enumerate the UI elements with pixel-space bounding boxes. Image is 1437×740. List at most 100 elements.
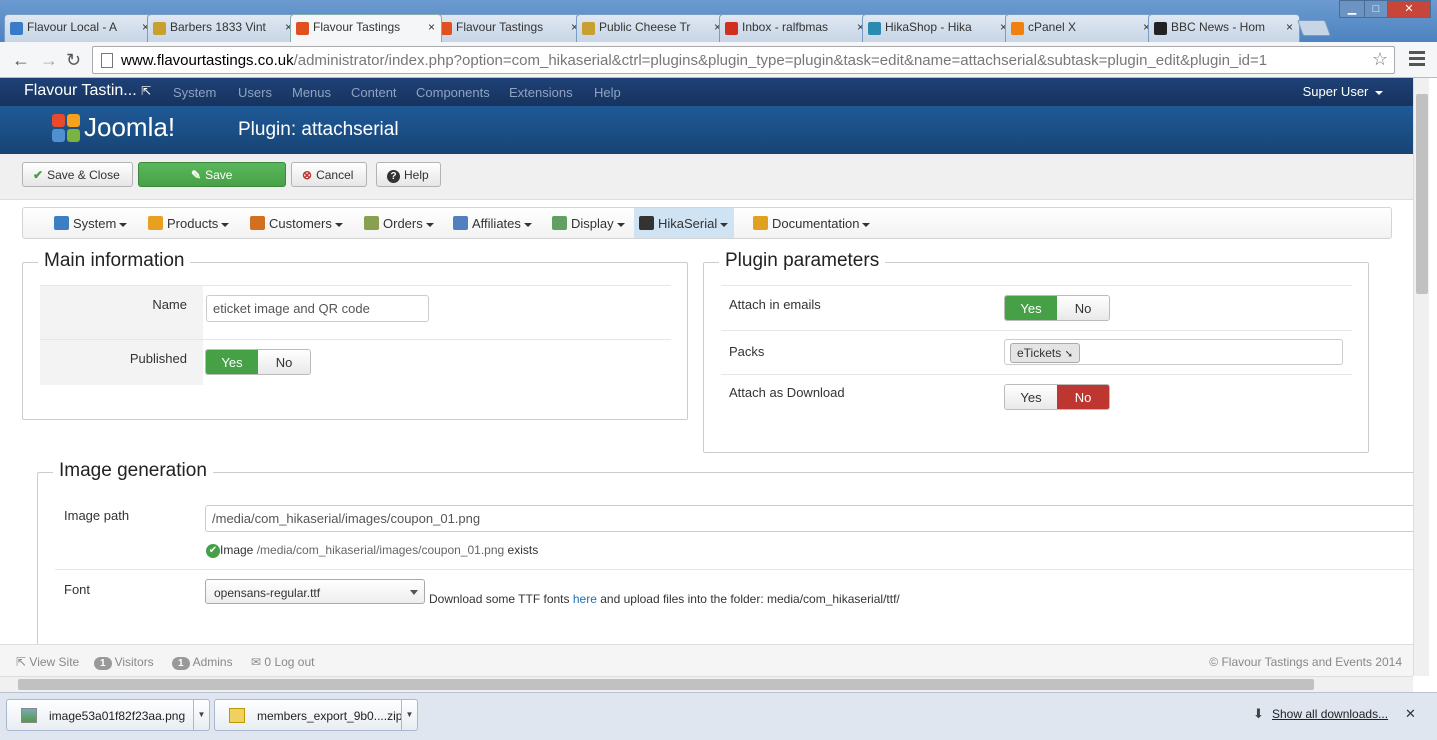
browser-tab[interactable]: Public Cheese Tr × [576,14,728,42]
close-tab-icon[interactable]: × [1286,20,1293,34]
fonts-download-link[interactable]: here [573,592,597,606]
chevron-down-icon [410,590,418,595]
nav-help[interactable]: Help [594,85,621,100]
nav-menus[interactable]: Menus [292,85,331,100]
browser-tab[interactable]: Inbox - ralfbmas × [719,14,871,42]
mail-icon: ✉ [251,655,262,669]
download-menu-arrow-icon[interactable]: ▼ [401,700,417,730]
hikamenu-item-label: System [73,216,117,231]
hikamenu-item-label: Orders [383,216,423,231]
hikamenu-item-system[interactable]: System [49,208,133,238]
browser-tab[interactable]: cPanel X × [1005,14,1157,42]
published-yes-button[interactable]: Yes [206,350,258,374]
attach-emails-yes-button[interactable]: Yes [1005,296,1057,320]
box-icon [148,216,163,230]
joomla-logo: Joomla! [52,112,175,144]
browser-tab-label: Flavour Local - A [27,20,118,34]
nav-system[interactable]: System [173,85,216,100]
site-name-link[interactable]: Flavour Tastin... ⇱ [24,82,151,100]
name-row: Name eticket image and QR code [40,285,671,339]
view-site-link[interactable]: ⇱ View Site [16,655,79,669]
attach-emails-no-button[interactable]: No [1057,296,1109,320]
attach-download-label: Attach as Download [729,385,845,400]
attach-download-yes-button[interactable]: Yes [1005,385,1057,409]
download-item-zip[interactable]: members_export_9b0....zip ▼ [214,699,418,731]
browser-tab[interactable]: Flavour Local - A × [4,14,156,42]
chevron-down-icon [425,222,434,227]
browser-tab-label: Flavour Tastings [456,20,544,34]
forward-button[interactable]: → [40,50,58,71]
nav-content[interactable]: Content [351,85,397,100]
new-tab-button[interactable] [1297,20,1331,36]
attach-emails-row: Attach in emails Yes No [721,285,1352,330]
image-file-icon [21,708,37,723]
nav-extensions[interactable]: Extensions [509,85,573,100]
zip-file-icon [229,708,245,723]
download-item-image[interactable]: image53a01f82f23aa.png ▼ [6,699,210,731]
maximize-window-button[interactable]: □ [1364,0,1388,18]
packs-select[interactable]: eTickets ➘ [1004,339,1343,365]
browser-tab-strip: Flavour Local - A × Barbers 1833 Vint × Flav… [0,0,1437,42]
published-toggle: Yes No [205,349,311,375]
joomla-header: Joomla! Plugin: attachserial [0,106,1413,154]
browser-tab[interactable]: Flavour Tastings × [433,14,585,42]
browser-tab[interactable]: HikaShop - Hika × [862,14,1014,42]
users-icon [250,216,265,230]
address-bar[interactable]: www.flavourtastings.co.uk/administrator/… [92,46,1395,74]
minimize-window-button[interactable]: ▁ [1339,0,1365,18]
user-menu[interactable]: Super User [1303,84,1383,99]
hikamenu-item-display[interactable]: Display [547,208,631,238]
attach-emails-label: Attach in emails [729,297,821,312]
browser-tab[interactable]: Barbers 1833 Vint × [147,14,299,42]
published-no-button[interactable]: No [258,350,310,374]
hikamenu-item-documentation[interactable]: Documentation [748,208,876,238]
logout-link[interactable]: ✉ 0 Log out [251,655,314,669]
hikamenu-item-affiliates[interactable]: Affiliates [448,208,538,238]
show-all-downloads-link[interactable]: Show all downloads... [1272,707,1388,721]
nav-components[interactable]: Components [416,85,490,100]
save-button[interactable]: ✎ Save [138,162,286,187]
hikamenu-item-products[interactable]: Products [143,208,235,238]
vertical-scrollbar-thumb[interactable] [1416,94,1428,294]
check-icon: ✔ [33,168,44,182]
plugin-parameters-fieldset: Plugin parameters Attach in emails Yes N… [703,250,1369,453]
close-shelf-button[interactable]: ✕ [1405,706,1416,722]
hikamenu-item-customers[interactable]: Customers [245,208,349,238]
hikashop-menu: System Products Customers Orders Affiliates D… [22,207,1392,239]
vertical-scrollbar[interactable] [1413,78,1429,676]
font-help-text: Download some TTF fonts here and upload … [429,592,900,606]
documentation-icon [753,216,768,230]
reload-button[interactable]: ↻ [66,50,81,71]
hikamenu-item-hikaserial[interactable]: HikaSerial [634,208,735,238]
help-button[interactable]: ? Help [376,162,441,187]
close-tab-icon[interactable]: × [428,20,435,34]
name-label: Name [152,297,187,312]
name-input[interactable]: eticket image and QR code [206,295,429,322]
save-close-button[interactable]: ✔ Save & Close [22,162,133,187]
hikamenu-item-orders[interactable]: Orders [359,208,440,238]
browser-tab-label: Inbox - ralfbmas [742,20,829,34]
attach-download-row: Attach as Download Yes No [721,374,1352,420]
font-select[interactable]: opensans-regular.ttf [205,579,425,604]
chevron-down-icon [334,222,343,227]
close-window-button[interactable]: ✕ [1387,0,1431,18]
nav-users[interactable]: Users [238,85,272,100]
attach-download-no-button[interactable]: No [1057,385,1109,409]
bookmark-star-icon[interactable]: ☆ [1372,49,1388,70]
horizontal-scrollbar[interactable] [0,676,1413,692]
browser-tab[interactable]: Flavour Tastings × [290,14,442,42]
back-button[interactable]: ← [12,50,30,71]
cancel-button[interactable]: ⊗ Cancel [291,162,367,187]
chevron-down-icon [862,222,871,227]
image-path-label: Image path [64,508,130,523]
chrome-menu-icon[interactable] [1409,51,1425,69]
orders-icon [364,216,379,230]
chevron-down-icon [616,222,625,227]
browser-tab[interactable]: BBC News - Hom × [1148,14,1300,42]
font-label: Font [64,582,91,597]
joomla-logo-icon [52,114,82,144]
download-menu-arrow-icon[interactable]: ▼ [193,700,209,730]
remove-chip-icon[interactable]: ➘ [1065,349,1073,360]
image-path-input[interactable]: /media/com_hikaserial/images/coupon_01.p… [205,505,1425,532]
horizontal-scrollbar-thumb[interactable] [18,679,1314,690]
